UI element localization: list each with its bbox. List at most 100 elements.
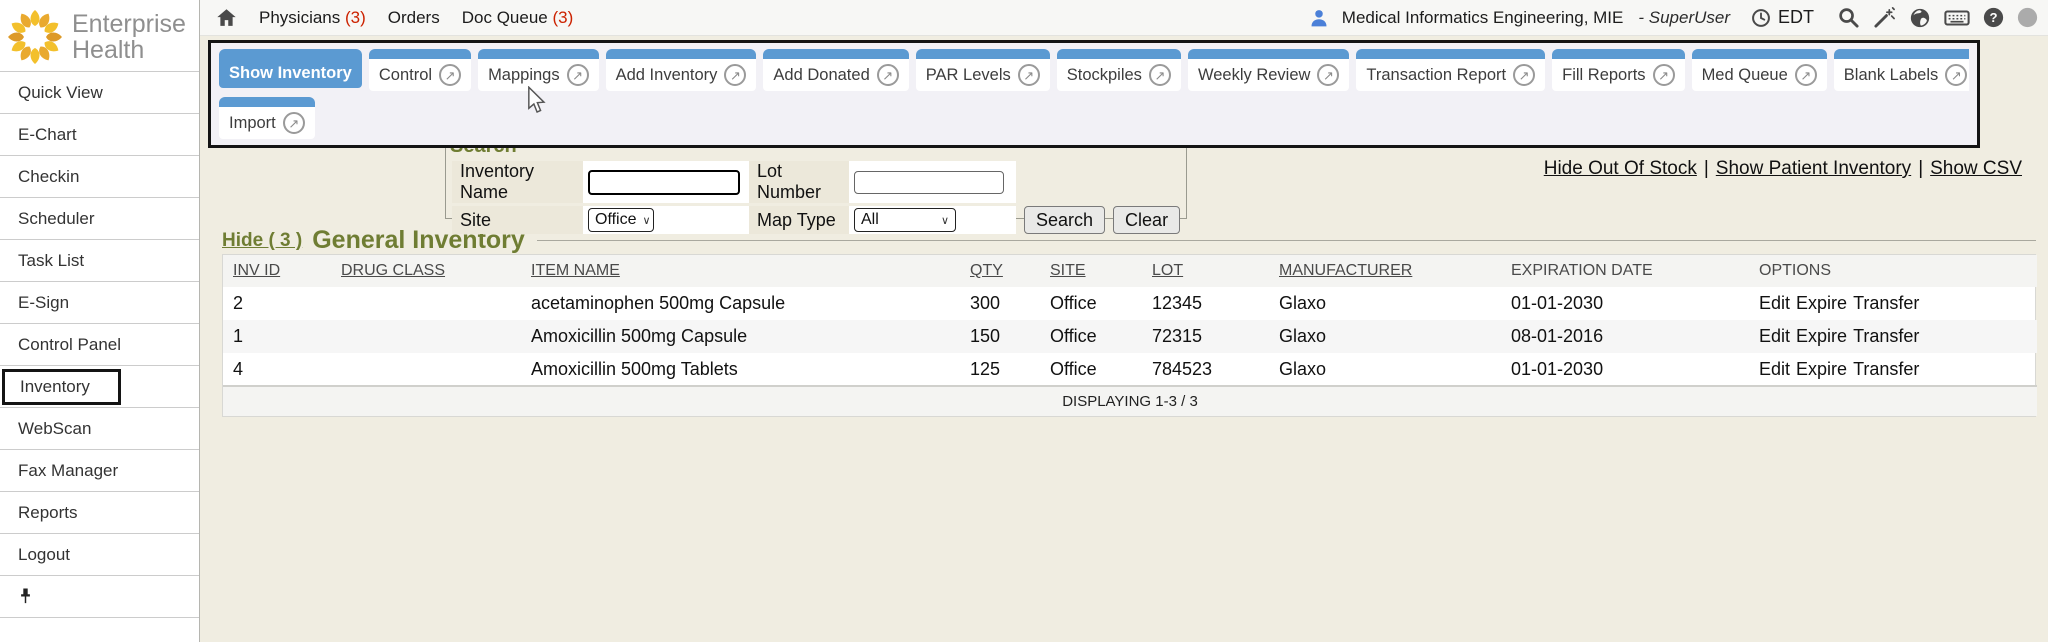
map-type-label: Map Type [749,206,849,234]
quick-link-show-patient-inventory[interactable]: Show Patient Inventory [1716,158,1911,179]
sidebar-item-scheduler[interactable]: Scheduler [0,198,199,240]
sidebar-item-reports[interactable]: Reports [0,492,199,534]
top-nav-item-doc-queue[interactable]: Doc Queue (3) [462,8,574,28]
open-in-new-window-icon[interactable]: ↗ [1653,64,1675,86]
lot-number-input[interactable] [854,171,1004,194]
sidebar-item-control-panel[interactable]: Control Panel [0,324,199,366]
option-transfer[interactable]: Transfer [1853,293,1919,313]
item-name-cell: Amoxicillin 500mg Capsule [521,320,960,353]
top-nav-item-physicians[interactable]: Physicians (3) [259,8,366,28]
home-icon[interactable] [216,7,237,28]
site-cell: Office [1040,287,1142,320]
open-in-new-window-icon[interactable]: ↗ [1795,64,1817,86]
sidebar-item-fax-manager[interactable]: Fax Manager [0,450,199,492]
tab-label: Add Inventory [616,66,718,85]
top-nav: Physicians (3) Orders Doc Queue (3) [259,8,573,28]
globe-icon[interactable] [1909,7,1931,29]
tab-add-inventory[interactable]: Add Inventory ↗ [606,49,757,91]
tab-cap [1188,49,1349,59]
open-in-new-window-icon[interactable]: ↗ [724,64,746,86]
open-in-new-window-icon[interactable]: ↗ [1945,64,1967,86]
open-in-new-window-icon[interactable]: ↗ [877,64,899,86]
tab-add-donated[interactable]: Add Donated↗ [763,49,908,91]
expiration-date-cell: 08-01-2016 [1501,320,1749,353]
sidebar-item-e-chart[interactable]: E-Chart [0,114,199,156]
tab-label: Transaction Report [1366,66,1506,85]
sidebar-item-task-list[interactable]: Task List [0,240,199,282]
search-button[interactable]: Search [1024,206,1105,234]
keyboard-icon[interactable] [1944,7,1970,29]
option-transfer[interactable]: Transfer [1853,326,1919,346]
item-name-cell: Amoxicillin 500mg Tablets [521,353,960,386]
top-nav-item-orders[interactable]: Orders [388,8,440,28]
sidebar-item-quick-view[interactable]: Quick View [0,72,199,114]
tab-med-queue[interactable]: Med Queue↗ [1692,49,1827,91]
option-edit[interactable]: Edit [1759,359,1790,379]
option-edit[interactable]: Edit [1759,326,1790,346]
top-bar-left: Physicians (3) Orders Doc Queue (3) [216,7,573,28]
open-in-new-window-icon[interactable]: ↗ [1513,64,1535,86]
tab-cap [1692,49,1827,59]
column-header-manufacturer[interactable]: MANUFACTURER [1269,255,1501,287]
option-expire[interactable]: Expire [1796,359,1847,379]
tab-label: Show Inventory [229,64,352,83]
tab-row: Show InventoryControl↗Mappings↗Add Inven… [219,49,1969,91]
tab-body: Med Queue↗ [1692,59,1827,91]
map-type-cell: All ∨ [849,206,1016,234]
manufacturer-cell: Glaxo [1269,287,1501,320]
table-row: 1Amoxicillin 500mg Capsule150Office72315… [223,320,2037,353]
tab-import[interactable]: Import↗ [219,97,315,139]
help-icon[interactable]: ? [1983,7,2004,28]
table-header-row: INV IDDRUG CLASSITEM NAMEQTYSITELOTMANUF… [223,255,2037,287]
tab-control[interactable]: Control ↗ [369,49,471,91]
clock-icon[interactable] [1751,8,1771,28]
sidebar-item-label: E-Sign [18,293,69,313]
tab-show-inventory[interactable]: Show Inventory [219,49,362,91]
inventory-name-cell [583,161,749,203]
tab-mappings[interactable]: Mappings↗ [478,49,599,91]
sidebar-pin-item[interactable] [0,576,199,618]
sidebar-item-checkin[interactable]: Checkin [0,156,199,198]
tab-transaction-report[interactable]: Transaction Report ↗ [1356,49,1545,91]
open-in-new-window-icon[interactable]: ↗ [283,112,305,134]
organization-name: Medical Informatics Engineering, MIE [1342,8,1624,28]
hide-section-link[interactable]: Hide ( 3 ) [222,230,302,252]
sidebar-item-logout[interactable]: Logout [0,534,199,576]
lot-cell: 12345 [1142,287,1269,320]
column-header-lot[interactable]: LOT [1142,255,1269,287]
sidebar-item-e-sign[interactable]: E-Sign [0,282,199,324]
site-select[interactable]: Office ∨ [588,208,654,232]
search-icon[interactable] [1837,6,1860,29]
tab-par-levels[interactable]: PAR Levels↗ [916,49,1050,91]
open-in-new-window-icon[interactable]: ↗ [1149,64,1171,86]
quick-link-show-csv[interactable]: Show CSV [1930,158,2022,179]
quick-link-hide-out-of-stock[interactable]: Hide Out Of Stock [1544,158,1697,179]
tab-stockpiles[interactable]: Stockpiles↗ [1057,49,1181,91]
open-in-new-window-icon[interactable]: ↗ [1317,64,1339,86]
tab-fill-reports[interactable]: Fill Reports↗ [1552,49,1684,91]
drug-class-cell [331,287,521,320]
tab-blank-labels[interactable]: Blank Labels↗ [1834,49,1969,91]
sidebar-item-inventory[interactable]: Inventory [0,366,199,408]
open-in-new-window-icon[interactable]: ↗ [1018,64,1040,86]
option-expire[interactable]: Expire [1796,293,1847,313]
tab-label: Control [379,66,432,85]
column-header-drug-class[interactable]: DRUG CLASS [331,255,521,287]
option-edit[interactable]: Edit [1759,293,1790,313]
option-transfer[interactable]: Transfer [1853,359,1919,379]
top-bar: Physicians (3) Orders Doc Queue (3) Medica… [200,0,2048,36]
inventory-name-input[interactable] [588,170,740,195]
map-type-select[interactable]: All ∨ [854,208,956,232]
sidebar-item-webscan[interactable]: WebScan [0,408,199,450]
column-header-site[interactable]: SITE [1040,255,1142,287]
tab-weekly-review[interactable]: Weekly Review↗ [1188,49,1349,91]
column-header-item-name[interactable]: ITEM NAME [521,255,960,287]
column-header-qty[interactable]: QTY [960,255,1040,287]
sidebar-item-label: WebScan [18,419,91,439]
open-in-new-window-icon[interactable]: ↗ [439,64,461,86]
open-in-new-window-icon[interactable]: ↗ [567,64,589,86]
column-header-inv-id[interactable]: INV ID [223,255,331,287]
option-expire[interactable]: Expire [1796,326,1847,346]
clear-button[interactable]: Clear [1113,206,1180,234]
magic-wand-icon[interactable] [1873,6,1896,29]
